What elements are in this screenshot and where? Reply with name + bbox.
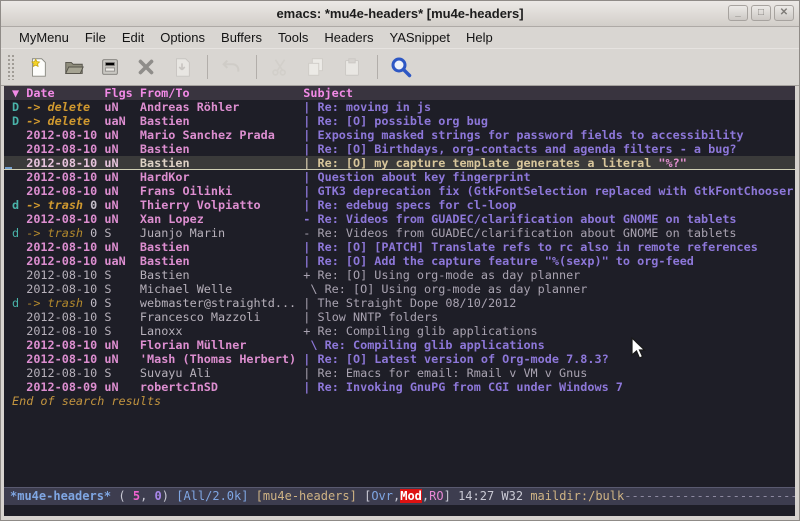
title-bar: emacs: *mu4e-headers* [mu4e-headers] _□✕ <box>1 1 799 27</box>
message-row[interactable]: 2012-08-10 S Lanoxx + Re: Compiling glib… <box>4 324 795 338</box>
toolbar-drag-handle[interactable] <box>7 54 15 80</box>
window-title: emacs: *mu4e-headers* [mu4e-headers] <box>276 6 523 21</box>
modeline-segment: Mod <box>400 489 422 503</box>
message-row[interactable]: 2012-08-10 S Francesco Mazzoli | Slow NN… <box>4 310 795 324</box>
menu-buffers[interactable]: Buffers <box>213 28 270 47</box>
minimize-button[interactable]: _ <box>728 5 748 21</box>
message-row[interactable]: 2012-08-10 S Bastien + Re: [O] Using org… <box>4 268 795 282</box>
message-row[interactable]: D -> delete uaN Bastien | Re: [O] possib… <box>4 114 795 128</box>
modeline-segment: ------------------------------ <box>624 489 795 503</box>
message-row[interactable]: d -> trash 0 S webmaster@straightd... | … <box>4 296 795 310</box>
message-list: D -> delete uN Andreas Röhler | Re: movi… <box>4 100 795 394</box>
message-row[interactable]: 2012-08-10 uN Florian Müllner \ Re: Comp… <box>4 338 795 352</box>
echo-area <box>4 505 795 516</box>
modeline-segment: 5 <box>133 489 140 503</box>
message-row[interactable]: 2012-08-09 uN robertcInSD | Re: Invoking… <box>4 380 795 394</box>
modeline-segment: maildir:/bulk <box>530 489 624 503</box>
headers-column-header: ▼ Date Flgs From/To Subject <box>4 86 795 100</box>
menu-mymenu[interactable]: MyMenu <box>11 28 77 47</box>
menu-yasnippet[interactable]: YASnippet <box>381 28 457 47</box>
message-row[interactable]: 2012-08-10 uaN Bastien | Re: [O] Add the… <box>4 254 795 268</box>
modeline-segment: ] <box>444 489 458 503</box>
open-folder-button[interactable] <box>61 54 87 80</box>
message-row[interactable]: 2012-08-10 uN Mario Sanchez Prada | Expo… <box>4 128 795 142</box>
menu-file[interactable]: File <box>77 28 114 47</box>
modeline-segment: ( <box>111 489 133 503</box>
message-row[interactable]: 2012-08-10 uN Bastien | Re: [O] my captu… <box>4 156 795 170</box>
menu-options[interactable]: Options <box>152 28 213 47</box>
window-controls: _□✕ <box>728 5 794 21</box>
menu-bar: MyMenuFileEditOptionsBuffersToolsHeaders… <box>1 27 799 48</box>
save-button[interactable] <box>97 54 123 80</box>
paste-button <box>339 54 365 80</box>
message-row[interactable]: 2012-08-10 uN Bastien | Re: [O] [PATCH] … <box>4 240 795 254</box>
modeline-segment: [mu4e-headers] <box>256 489 357 503</box>
mu4e-headers-buffer: ▼ Date Flgs From/To Subject D -> delete … <box>4 86 795 516</box>
modeline-segment: 0 <box>155 489 162 503</box>
modeline-segment: *mu4e-headers* <box>10 489 111 503</box>
mode-line: *mu4e-headers* ( 5, 0) [All/2.0k] [mu4e-… <box>4 487 795 505</box>
menu-help[interactable]: Help <box>458 28 501 47</box>
cut-button <box>267 54 293 80</box>
modeline-segment: ) <box>162 489 176 503</box>
message-row[interactable]: 2012-08-10 uN Frans Oilinki | GTK3 depre… <box>4 184 795 198</box>
text-cursor <box>5 167 12 169</box>
end-of-search-results: End of search results <box>4 394 795 408</box>
message-row[interactable]: 2012-08-10 S Michael Welle \ Re: [O] Usi… <box>4 282 795 296</box>
copy-button <box>303 54 329 80</box>
menu-headers[interactable]: Headers <box>316 28 381 47</box>
undo-button <box>218 54 244 80</box>
message-row[interactable]: D -> delete uN Andreas Röhler | Re: movi… <box>4 100 795 114</box>
message-row[interactable]: d -> trash 0 uN Thierry Volpiatto | Re: … <box>4 198 795 212</box>
message-row[interactable]: 2012-08-10 uN 'Mash (Thomas Herbert) | R… <box>4 352 795 366</box>
toolbar <box>1 48 799 86</box>
close-buffer-button[interactable] <box>133 54 159 80</box>
search-button[interactable] <box>388 54 414 80</box>
modeline-segment: 14:27 W32 <box>458 489 530 503</box>
message-row[interactable]: 2012-08-10 S Suvayu Ali | Re: Emacs for … <box>4 366 795 380</box>
emacs-window: emacs: *mu4e-headers* [mu4e-headers] _□✕… <box>0 0 800 521</box>
close-button[interactable]: ✕ <box>774 5 794 21</box>
save-as-button <box>169 54 195 80</box>
menu-edit[interactable]: Edit <box>114 28 152 47</box>
message-row[interactable]: d -> trash 0 S Juanjo Marin - Re: Videos… <box>4 226 795 240</box>
message-row[interactable]: 2012-08-10 uN HardKor | Question about k… <box>4 170 795 184</box>
toolbar-separator <box>377 55 378 79</box>
menu-tools[interactable]: Tools <box>270 28 316 47</box>
maximize-button[interactable]: □ <box>751 5 771 21</box>
new-file-button[interactable] <box>25 54 51 80</box>
buffer-empty-area <box>4 408 795 487</box>
modeline-segment: RO <box>429 489 443 503</box>
toolbar-separator <box>256 55 257 79</box>
message-row[interactable]: 2012-08-10 uN Xan Lopez - Re: Videos fro… <box>4 212 795 226</box>
toolbar-separator <box>207 55 208 79</box>
modeline-segment: Ovr <box>371 489 393 503</box>
modeline-segment: [All/2.0k] <box>176 489 248 503</box>
message-row[interactable]: 2012-08-10 uN Bastien | Re: [O] Birthday… <box>4 142 795 156</box>
modeline-segment <box>248 489 255 503</box>
modeline-segment: [ <box>357 489 371 503</box>
modeline-segment: , <box>140 489 154 503</box>
